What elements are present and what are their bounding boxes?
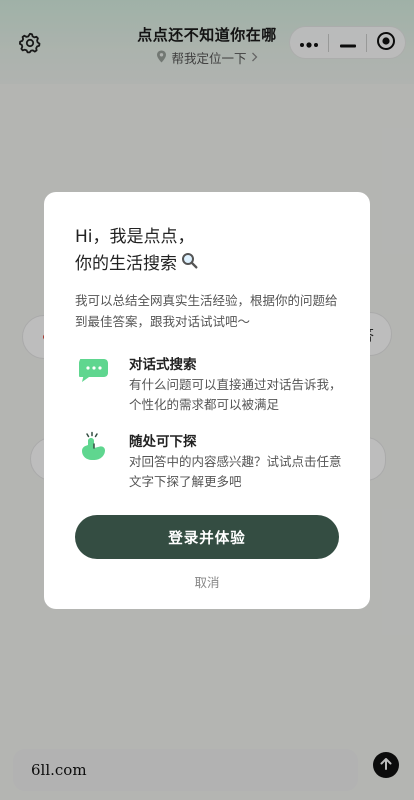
chat-bubble-icon <box>75 353 113 391</box>
welcome-dialog: Hi，我是点点， 你的生活搜索 我可以总结全网真实生活经验，根据你的问题给到最佳… <box>44 192 370 609</box>
dialog-greeting: Hi，我是点点， 你的生活搜索 <box>75 224 198 278</box>
feature-description: 对回答中的内容感兴趣？试试点击任意文字下探了解更多吧 <box>129 454 342 489</box>
dialog-intro: 我可以总结全网真实生活经验，根据你的问题给到最佳答案，跟我对话试试吧～ <box>75 293 338 329</box>
login-and-try-button[interactable]: 登录并体验 <box>75 515 339 559</box>
feature-title: 随处可下探 <box>129 434 197 450</box>
magnifier-icon <box>181 251 198 278</box>
tap-finger-icon <box>75 430 113 468</box>
greeting-line-2: 你的生活搜索 <box>75 254 177 274</box>
feature-title: 对话式搜索 <box>129 357 197 373</box>
cancel-button[interactable]: 取消 <box>44 572 370 591</box>
greeting-line-1: Hi，我是点点， <box>75 227 195 247</box>
feature-description: 有什么问题可以直接通过对话告诉我，个性化的需求都可以被满足 <box>129 377 342 412</box>
